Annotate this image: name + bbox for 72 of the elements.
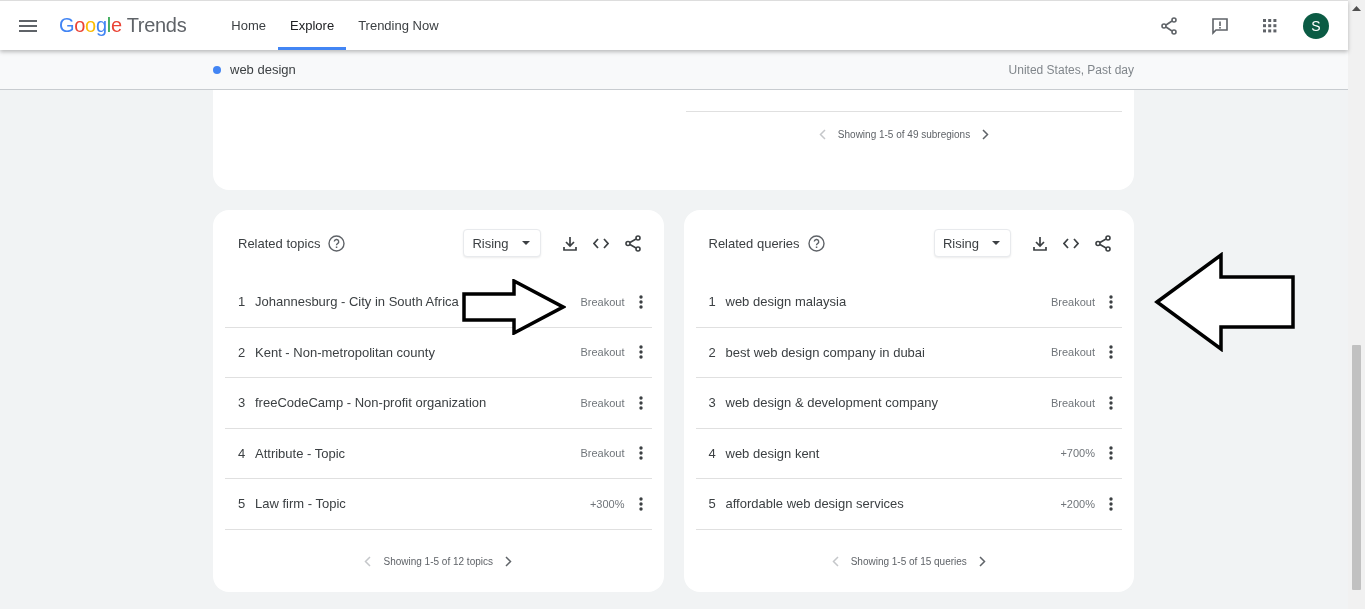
- search-term[interactable]: web design: [230, 62, 296, 77]
- growth-value: Breakout: [1050, 346, 1095, 359]
- more-options-icon[interactable]: [638, 294, 643, 309]
- share-icon[interactable]: [1095, 234, 1111, 252]
- more-options-icon[interactable]: [1109, 345, 1113, 360]
- growth-value: +700%: [1060, 447, 1095, 460]
- more-options-icon[interactable]: [1109, 294, 1113, 309]
- filter-dropdown[interactable]: Rising: [463, 229, 541, 257]
- next-page-icon[interactable]: [978, 555, 986, 567]
- growth-value: Breakout: [580, 447, 625, 460]
- menu-icon[interactable]: [19, 19, 37, 32]
- growth-value: +200%: [1060, 497, 1095, 510]
- rank-number: 4: [238, 445, 247, 461]
- share-icon[interactable]: [1161, 16, 1177, 35]
- panel-title: Related topics: [238, 235, 321, 251]
- list-item-link[interactable]: Attribute - Topic: [255, 445, 346, 461]
- embed-code-icon[interactable]: [592, 237, 609, 249]
- list-item-link[interactable]: web design malaysia: [725, 294, 847, 310]
- download-icon[interactable]: [1033, 235, 1047, 251]
- pagination-text: Showing 1-5 of 15 queries: [850, 555, 967, 567]
- pagination-text: Showing 1-5 of 12 topics: [383, 555, 493, 567]
- feedback-icon[interactable]: [1211, 16, 1229, 35]
- pagination-text: Showing 1-5 of 49 subregions: [837, 129, 971, 140]
- help-icon[interactable]: [807, 234, 825, 252]
- growth-value: Breakout: [580, 396, 625, 409]
- growth-value: Breakout: [1050, 295, 1095, 308]
- rank-number: 1: [238, 294, 247, 310]
- rank-number: 2: [238, 344, 247, 360]
- list-item-link[interactable]: web design & development company: [725, 395, 938, 411]
- share-icon[interactable]: [624, 234, 641, 252]
- list-item-link[interactable]: web design kent: [725, 445, 820, 461]
- download-icon[interactable]: [562, 235, 577, 251]
- nav-tab[interactable]: Home: [219, 1, 279, 50]
- more-options-icon[interactable]: [1109, 395, 1113, 410]
- nav-tab[interactable]: Trending Now: [346, 1, 451, 50]
- list-item-link[interactable]: Kent - Non-metropolitan county: [255, 344, 435, 360]
- list-item-link[interactable]: affordable web design services: [725, 496, 904, 512]
- more-options-icon[interactable]: [1109, 446, 1113, 461]
- rank-number: 5: [708, 496, 717, 512]
- search-scope: United States, Past day: [1008, 62, 1134, 77]
- more-options-icon[interactable]: [638, 395, 643, 410]
- scroll-up-icon[interactable]: [1352, 6, 1361, 11]
- growth-value: Breakout: [1050, 396, 1095, 409]
- account-avatar[interactable]: S: [1303, 12, 1329, 39]
- more-options-icon[interactable]: [638, 496, 643, 511]
- caret-icon: [992, 241, 1000, 245]
- logo[interactable]: Google Trends: [59, 14, 187, 37]
- more-options-icon[interactable]: [1109, 496, 1113, 511]
- rank-number: 1: [708, 294, 717, 310]
- rank-number: 3: [708, 395, 717, 411]
- more-options-icon[interactable]: [638, 446, 643, 461]
- growth-value: Breakout: [580, 295, 625, 308]
- list-item-link[interactable]: Law firm - Topic: [255, 496, 346, 512]
- more-options-icon[interactable]: [638, 345, 643, 360]
- rank-number: 3: [238, 395, 247, 411]
- scrollbar-thumb[interactable]: [1352, 345, 1361, 590]
- next-page-icon[interactable]: [505, 555, 512, 567]
- rank-number: 5: [238, 496, 247, 512]
- growth-value: +300%: [589, 497, 625, 510]
- next-page-icon[interactable]: [982, 129, 990, 140]
- embed-code-icon[interactable]: [1063, 237, 1079, 249]
- list-item-link[interactable]: freeCodeCamp - Non-profit organization: [255, 395, 487, 411]
- filter-dropdown[interactable]: Rising: [933, 229, 1011, 257]
- apps-grid-icon[interactable]: [1263, 18, 1277, 33]
- rank-number: 4: [708, 445, 717, 461]
- panel-title: Related queries: [708, 235, 800, 251]
- list-item-link[interactable]: Johannesburg - City in South Africa: [255, 294, 459, 310]
- help-icon[interactable]: [328, 234, 346, 252]
- growth-value: Breakout: [580, 346, 625, 359]
- list-item-link[interactable]: best web design company in dubai: [725, 344, 925, 360]
- rank-number: 2: [708, 344, 717, 360]
- caret-icon: [521, 241, 530, 245]
